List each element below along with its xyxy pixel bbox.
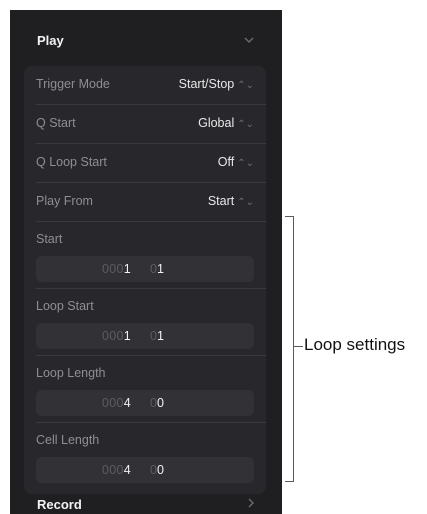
q-loop-start-label: Q Loop Start [36,155,107,169]
loop-length-position-field[interactable]: 0004 00 [36,390,254,416]
q-start-popup[interactable]: Global ⌃⌄ [198,116,254,130]
play-section-title: Play [37,33,64,48]
play-settings-group: Trigger Mode Start/Stop ⌃⌄ Q Start Global… [24,66,266,494]
start-bar-value[interactable]: 0001 [102,262,131,276]
loop-length-bar-value[interactable]: 0004 [102,396,131,410]
loop-start-beat-value[interactable]: 01 [150,329,164,343]
start-field-block: Start 0001 01 [24,222,266,288]
inspector-panel: Play Trigger Mode Start/Stop ⌃⌄ Q Start G… [10,10,282,514]
callout-leader-line [293,346,303,347]
cell-length-label: Cell Length [36,433,100,447]
updown-arrows-icon: ⌃⌄ [237,197,254,208]
updown-arrows-icon: ⌃⌄ [237,119,254,130]
loop-start-label: Loop Start [36,299,94,313]
loop-length-beat-value[interactable]: 00 [150,396,164,410]
trigger-mode-label: Trigger Mode [36,77,110,91]
trigger-mode-popup[interactable]: Start/Stop ⌃⌄ [179,77,254,91]
updown-arrows-icon: ⌃⌄ [237,80,254,91]
cell-length-bar-value[interactable]: 0004 [102,463,131,477]
start-label: Start [36,232,63,246]
record-section-header[interactable]: Record [10,494,282,514]
record-section-title: Record [37,497,82,512]
play-from-row[interactable]: Play From Start ⌃⌄ [24,183,266,221]
chevron-right-icon[interactable] [246,497,256,509]
start-beat-value[interactable]: 01 [150,262,164,276]
loop-start-bar-value[interactable]: 0001 [102,329,131,343]
updown-arrows-icon: ⌃⌄ [237,158,254,169]
cell-length-beat-value[interactable]: 00 [150,463,164,477]
q-start-row[interactable]: Q Start Global ⌃⌄ [24,105,266,143]
q-start-label: Q Start [36,116,76,130]
q-loop-start-popup[interactable]: Off ⌃⌄ [218,155,254,169]
loop-length-label: Loop Length [36,366,106,380]
trigger-mode-row[interactable]: Trigger Mode Start/Stop ⌃⌄ [24,66,266,104]
q-loop-start-row[interactable]: Q Loop Start Off ⌃⌄ [24,144,266,182]
loop-length-field-block: Loop Length 0004 00 [24,356,266,422]
play-section-header[interactable]: Play [10,28,282,58]
loop-start-field-block: Loop Start 0001 01 [24,289,266,355]
loop-start-position-field[interactable]: 0001 01 [36,323,254,349]
cell-length-field-block: Cell Length 0004 00 [24,423,266,489]
callout-bracket [285,216,294,482]
start-position-field[interactable]: 0001 01 [36,256,254,282]
play-from-label: Play From [36,194,93,208]
loop-settings-callout: Loop settings [304,335,406,354]
cell-length-position-field[interactable]: 0004 00 [36,457,254,483]
chevron-down-icon[interactable] [243,34,255,46]
play-from-popup[interactable]: Start ⌃⌄ [208,194,254,208]
